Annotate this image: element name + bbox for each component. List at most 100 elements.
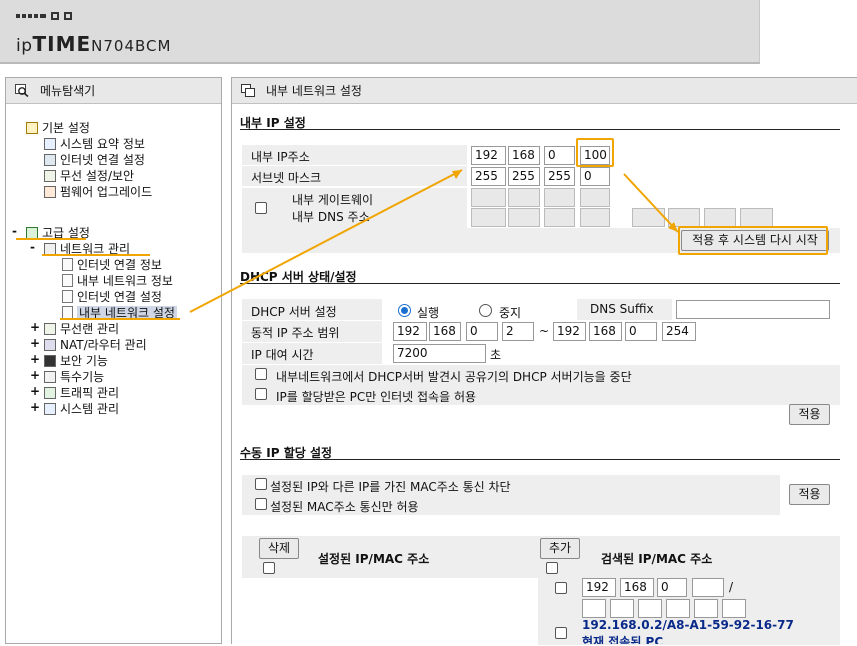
menu-item-wireless-management[interactable]: 무선랜 관리 — [44, 321, 119, 337]
expand-security-icon[interactable]: + — [30, 352, 40, 366]
delete-button[interactable]: 삭제 — [259, 538, 299, 559]
collapse-advanced-icon[interactable]: - — [12, 224, 17, 238]
section-divider — [240, 129, 840, 130]
brand-dots-icon — [16, 12, 72, 20]
lease-unit-label: 초 — [490, 348, 502, 362]
menu-item-security[interactable]: 보안 기능 — [44, 353, 108, 369]
annotation-underline — [16, 238, 86, 240]
header-bar: ipTIMEN704BCM — [0, 0, 760, 64]
section-divider — [240, 459, 840, 460]
page-icon — [62, 258, 73, 271]
dns2-octet-2[interactable] — [668, 208, 700, 227]
page-icon — [62, 274, 73, 287]
expand-wireless-icon[interactable]: + — [30, 320, 40, 334]
lock-icon — [44, 355, 56, 367]
dns2-octet-3[interactable] — [704, 208, 736, 227]
new-mac-2[interactable] — [610, 599, 634, 618]
dhcp-stop-on-detect-label: 내부네트워크에서 DHCP서버 발견시 공유기의 DHCP 서버기능을 중단 — [276, 370, 632, 384]
wireless-icon — [44, 170, 56, 182]
manual-apply-button[interactable]: 적용 — [789, 484, 830, 505]
block-mismatch-mac-checkbox[interactable] — [255, 478, 267, 490]
select-all-detected-checkbox[interactable] — [546, 562, 558, 574]
range-start-octet-4[interactable]: 2 — [502, 322, 534, 341]
lease-time-input[interactable]: 7200 — [393, 344, 486, 363]
menu-item-system-management[interactable]: 시스템 관리 — [44, 401, 119, 417]
new-ip-octet-3[interactable]: 0 — [657, 578, 687, 597]
new-mac-4[interactable] — [666, 599, 690, 618]
window-icon — [241, 84, 255, 97]
dhcp-only-allowed-label: IP를 할당받은 PC만 인터넷 접속을 허용 — [276, 390, 477, 404]
new-ip-octet-4[interactable] — [692, 578, 724, 597]
new-mac-3[interactable] — [638, 599, 662, 618]
menu-item-system-summary[interactable]: 시스템 요약 정보 — [44, 136, 145, 152]
dns-label: 내부 DNS 주소 — [292, 210, 370, 224]
select-all-configured-checkbox[interactable] — [263, 562, 275, 574]
range-end-octet-2[interactable]: 168 — [589, 322, 622, 341]
dns1-octet-1[interactable] — [471, 208, 506, 227]
mask-octet-4[interactable]: 0 — [580, 167, 610, 186]
new-ip-octet-2[interactable]: 168 — [620, 578, 654, 597]
menu-item-nat-router[interactable]: NAT/라우터 관리 — [44, 337, 147, 353]
range-start-octet-2[interactable]: 168 — [429, 322, 461, 341]
mask-octet-2[interactable]: 255 — [508, 167, 540, 186]
range-start-octet-1[interactable]: 192 — [393, 322, 427, 341]
expand-system-icon[interactable]: + — [30, 400, 40, 414]
menu-item-basic-settings[interactable]: 기본 설정 — [26, 120, 90, 136]
dhcp-stop-radio[interactable] — [479, 304, 492, 317]
collapse-network-icon[interactable]: - — [30, 240, 35, 254]
manual-gateway-checkbox[interactable] — [255, 202, 267, 214]
dns1-octet-3[interactable] — [544, 208, 575, 227]
menu-item-lan-info[interactable]: 내부 네트워크 정보 — [62, 273, 173, 289]
traffic-icon — [44, 387, 56, 399]
dhcp-apply-button[interactable]: 적용 — [789, 404, 830, 425]
new-entry-checkbox[interactable] — [555, 582, 567, 594]
annotation-underline — [60, 318, 180, 320]
mask-octet-3[interactable]: 255 — [544, 167, 575, 186]
mask-octet-1[interactable]: 255 — [471, 167, 506, 186]
expand-nat-icon[interactable]: + — [30, 336, 40, 350]
ip-octet-1[interactable]: 192 — [471, 146, 506, 165]
menu-item-traffic[interactable]: 트래픽 관리 — [44, 385, 119, 401]
monitor-icon — [44, 154, 56, 166]
dns2-octet-4[interactable] — [740, 208, 773, 227]
dhcp-only-allowed-checkbox[interactable] — [255, 388, 267, 400]
menu-item-internet-setup[interactable]: 인터넷 연결 설정 — [44, 152, 145, 168]
settings-folder-icon — [26, 122, 38, 134]
range-end-octet-4[interactable]: 254 — [662, 322, 696, 341]
allow-mac-only-checkbox[interactable] — [255, 498, 267, 510]
dhcp-stop-on-detect-checkbox[interactable] — [255, 368, 267, 380]
new-mac-5[interactable] — [694, 599, 718, 618]
range-end-octet-3[interactable]: 0 — [625, 322, 657, 341]
dhcp-run-radio[interactable] — [398, 304, 411, 317]
new-ip-octet-1[interactable]: 192 — [582, 578, 616, 597]
upgrade-icon — [44, 186, 56, 198]
menu-item-special-features[interactable]: 특수기능 — [44, 369, 104, 385]
gateway-octet-1[interactable] — [471, 188, 506, 207]
new-mac-1[interactable] — [582, 599, 606, 618]
menu-item-wireless-security[interactable]: 무선 설정/보안 — [44, 168, 134, 184]
detected-entry-checkbox[interactable] — [555, 627, 567, 639]
menu-item-internet-info[interactable]: 인터넷 연결 정보 — [62, 257, 162, 273]
detected-entry-link[interactable]: 192.168.0.2/A8-A1-59-92-16-77 — [582, 618, 794, 632]
expand-special-icon[interactable]: + — [30, 368, 40, 382]
dns-suffix-input[interactable] — [676, 300, 830, 319]
new-mac-6[interactable] — [722, 599, 746, 618]
configured-ipmac-header: 설정된 IP/MAC 주소 — [318, 552, 430, 566]
add-button[interactable]: 추가 — [540, 538, 580, 559]
gateway-label: 내부 게이트웨이 — [292, 193, 374, 207]
gateway-octet-4[interactable] — [580, 188, 610, 207]
menu-item-internet-connection[interactable]: 인터넷 연결 설정 — [62, 289, 162, 305]
wireless-icon — [44, 323, 56, 335]
ip-octet-3[interactable]: 0 — [544, 146, 575, 165]
dns2-octet-1[interactable] — [632, 208, 665, 227]
ip-octet-2[interactable]: 168 — [508, 146, 540, 165]
range-end-octet-1[interactable]: 192 — [553, 322, 586, 341]
dns1-octet-2[interactable] — [508, 208, 540, 227]
expand-traffic-icon[interactable]: + — [30, 384, 40, 398]
gateway-octet-2[interactable] — [508, 188, 540, 207]
gateway-octet-3[interactable] — [544, 188, 575, 207]
range-start-octet-3[interactable]: 0 — [466, 322, 498, 341]
lease-time-label: IP 대여 시간 — [251, 348, 314, 362]
menu-item-firmware-upgrade[interactable]: 펌웨어 업그레이드 — [44, 184, 152, 200]
dns1-octet-4[interactable] — [580, 208, 610, 227]
